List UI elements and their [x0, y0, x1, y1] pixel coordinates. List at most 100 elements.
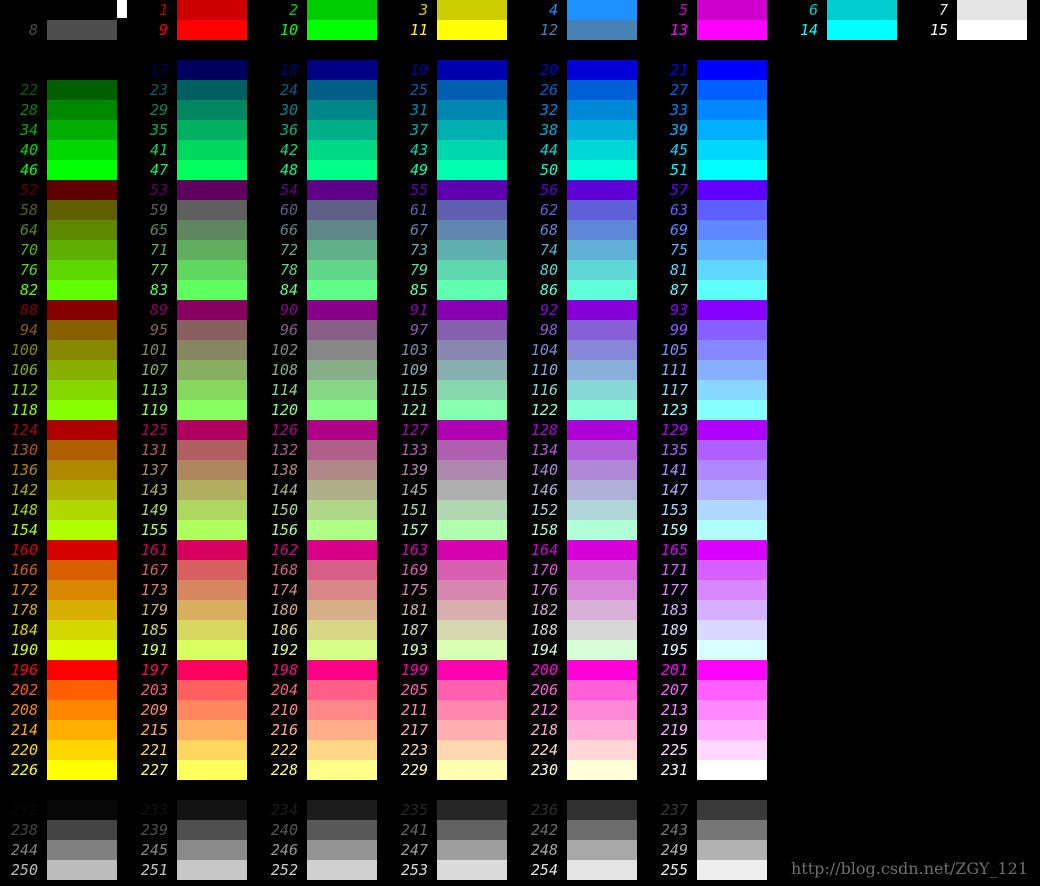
color-index-235: 235	[400, 801, 428, 819]
color-index-0: 0	[28, 1, 38, 19]
color-index-151: 151	[400, 501, 428, 519]
color-index-24: 24	[279, 81, 298, 99]
color-index-93: 93	[669, 301, 688, 319]
color-index-135: 135	[660, 441, 688, 459]
color-swatch-155	[177, 520, 247, 540]
color-swatch-128	[567, 420, 637, 440]
color-index-237: 237	[660, 801, 688, 819]
color-swatch-143	[177, 480, 247, 500]
color-swatch-188	[567, 620, 637, 640]
color-index-75: 75	[669, 241, 688, 259]
color-swatch-21	[697, 60, 767, 80]
color-swatch-250	[47, 860, 117, 880]
color-index-84: 84	[279, 281, 298, 299]
color-swatch-44	[567, 140, 637, 160]
color-swatch-60	[307, 200, 377, 220]
color-index-184: 184	[10, 621, 38, 639]
color-swatch-100	[47, 340, 117, 360]
color-index-254: 254	[530, 861, 558, 879]
color-swatch-170	[567, 560, 637, 580]
color-index-138: 138	[270, 461, 298, 479]
color-index-154: 154	[10, 521, 38, 539]
color-swatch-42	[307, 140, 377, 160]
color-swatch-57	[697, 180, 767, 200]
color-swatch-78	[307, 260, 377, 280]
color-swatch-157	[437, 520, 507, 540]
color-swatch-49	[437, 160, 507, 180]
color-swatch-203	[177, 680, 247, 700]
color-swatch-4	[567, 0, 637, 20]
color-index-195: 195	[660, 641, 688, 659]
color-swatch-84	[307, 280, 377, 300]
color-swatch-8	[47, 20, 117, 40]
color-swatch-97	[437, 320, 507, 340]
color-swatch-46	[47, 160, 117, 180]
color-swatch-52	[47, 180, 117, 200]
color-index-33: 33	[669, 101, 688, 119]
color-index-232: 232	[10, 801, 38, 819]
color-index-1: 1	[158, 1, 168, 19]
color-index-228: 228	[270, 761, 298, 779]
color-swatch-25	[437, 80, 507, 100]
color-index-40: 40	[19, 141, 38, 159]
color-index-68: 68	[539, 221, 558, 239]
color-index-207: 207	[660, 681, 688, 699]
color-index-35: 35	[149, 121, 168, 139]
color-index-189: 189	[660, 621, 688, 639]
color-index-243: 243	[660, 821, 688, 839]
color-swatch-191	[177, 640, 247, 660]
color-index-150: 150	[270, 501, 298, 519]
color-index-178: 178	[10, 601, 38, 619]
color-swatch-240	[307, 820, 377, 840]
color-swatch-120	[307, 400, 377, 420]
color-index-39: 39	[669, 121, 688, 139]
color-swatch-77	[177, 260, 247, 280]
color-index-175: 175	[400, 581, 428, 599]
color-swatch-101	[177, 340, 247, 360]
color-swatch-139	[437, 460, 507, 480]
color-index-50: 50	[539, 161, 558, 179]
color-swatch-119	[177, 400, 247, 420]
color-swatch-109	[437, 360, 507, 380]
color-swatch-237	[697, 800, 767, 820]
color-swatch-233	[177, 800, 247, 820]
color-index-112: 112	[10, 381, 38, 399]
color-swatch-239	[177, 820, 247, 840]
color-swatch-224	[567, 740, 637, 760]
color-swatch-15	[957, 20, 1027, 40]
color-swatch-51	[697, 160, 767, 180]
color-index-74: 74	[539, 241, 558, 259]
color-index-76: 76	[19, 261, 38, 279]
color-index-25: 25	[409, 81, 428, 99]
color-swatch-90	[307, 300, 377, 320]
color-swatch-193	[437, 640, 507, 660]
color-swatch-218	[567, 720, 637, 740]
color-index-15: 15	[929, 21, 948, 39]
color-swatch-245	[177, 840, 247, 860]
color-index-173: 173	[140, 581, 168, 599]
color-swatch-159	[697, 520, 767, 540]
color-swatch-184	[47, 620, 117, 640]
color-index-238: 238	[10, 821, 38, 839]
color-index-139: 139	[400, 461, 428, 479]
color-swatch-29	[177, 100, 247, 120]
color-swatch-37	[437, 120, 507, 140]
color-index-36: 36	[279, 121, 298, 139]
color-swatch-173	[177, 580, 247, 600]
color-index-71: 71	[149, 241, 168, 259]
color-swatch-110	[567, 360, 637, 380]
color-index-106: 106	[10, 361, 38, 379]
color-index-114: 114	[270, 381, 298, 399]
color-swatch-73	[437, 240, 507, 260]
color-swatch-160	[47, 540, 117, 560]
color-swatch-177	[697, 580, 767, 600]
color-index-149: 149	[140, 501, 168, 519]
color-index-146: 146	[530, 481, 558, 499]
color-swatch-168	[307, 560, 377, 580]
color-swatch-158	[567, 520, 637, 540]
color-swatch-124	[47, 420, 117, 440]
color-index-10: 10	[279, 21, 298, 39]
color-swatch-69	[697, 220, 767, 240]
color-index-59: 59	[149, 201, 168, 219]
color-swatch-178	[47, 600, 117, 620]
